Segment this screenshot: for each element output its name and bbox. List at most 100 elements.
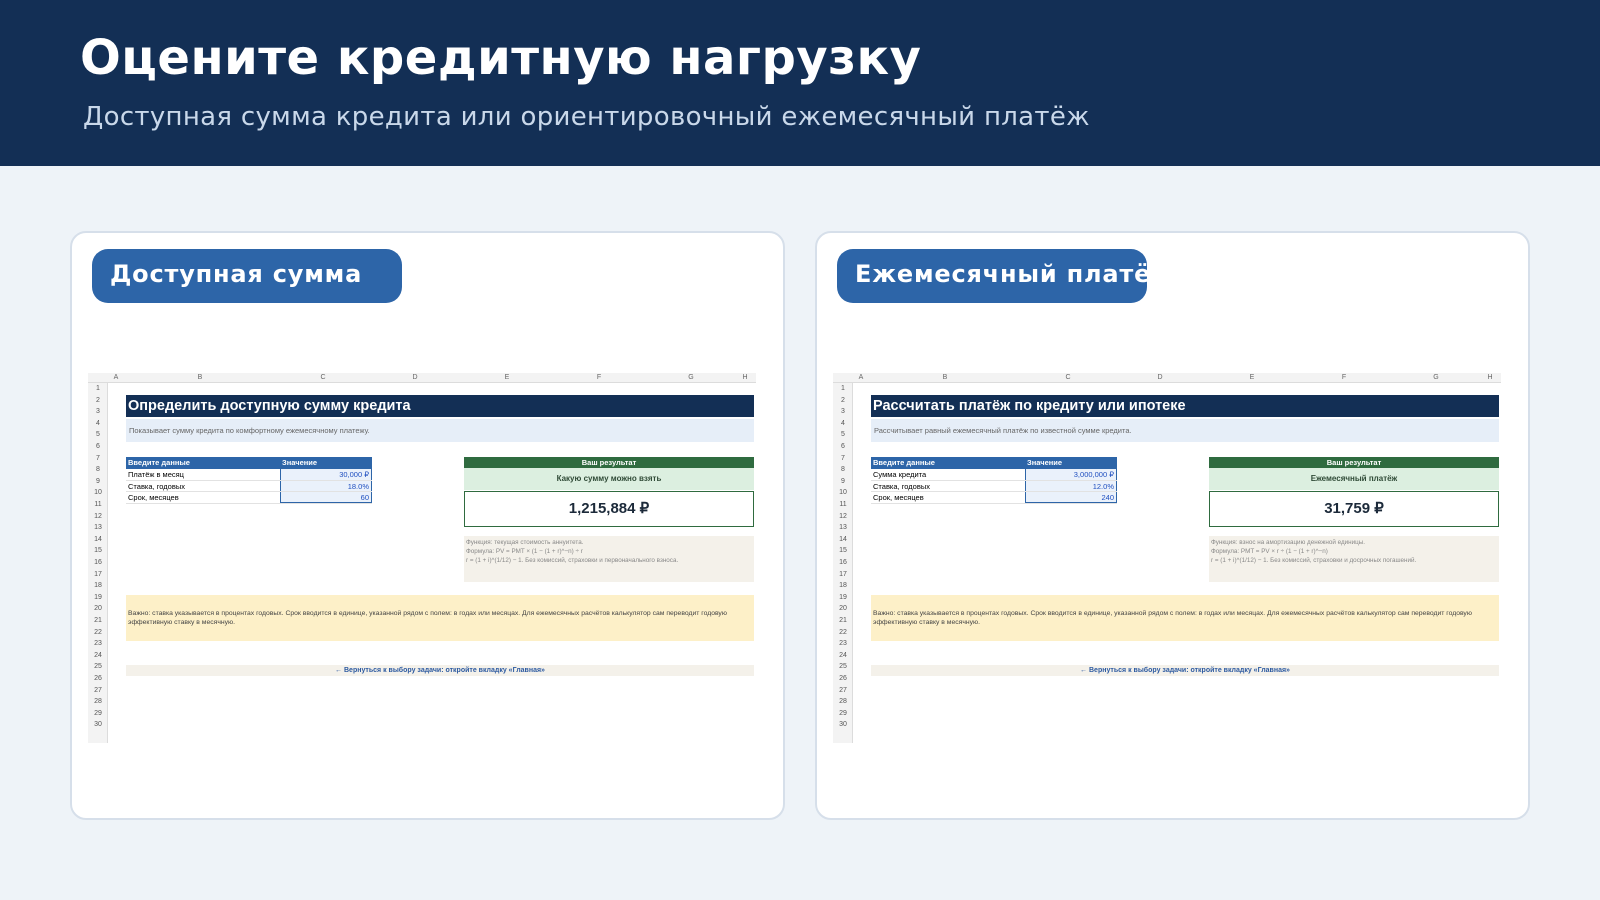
sheet-title: Определить доступную сумму кредита (126, 395, 754, 417)
input-value-cell[interactable]: 60 (280, 492, 372, 503)
back-link[interactable]: ← Вернуться к выбору задачи: откройте вк… (871, 665, 1499, 676)
column-header-c: C (1065, 374, 1071, 381)
row-header: 28 (94, 698, 102, 706)
row-header: 2 (841, 396, 845, 404)
input-row: Срок, месяцев 60 (126, 492, 372, 504)
important-note: Важно: ставка указывается в процентах го… (126, 595, 754, 641)
row-header: 26 (94, 675, 102, 682)
input-table: Введите данные Значение Сумма кредита 3,… (871, 457, 1117, 504)
input-header-label: Введите данные (873, 458, 935, 467)
row-header: 11 (94, 501, 102, 508)
formula-box: Функция: текущая стоимость аннуитета. Фо… (464, 536, 754, 582)
column-header-d: D (412, 374, 418, 381)
row-header: 1 (841, 385, 845, 392)
input-label: Ставка, годовых (873, 481, 930, 491)
column-header-g: G (1433, 374, 1439, 381)
column-header-a: A (858, 374, 864, 381)
row-header: 29 (94, 709, 102, 717)
column-header-f: F (596, 374, 602, 381)
row-header: 24 (94, 651, 102, 659)
formula-line: r = (1 + i)^(1/12) − 1. Без комиссий, ст… (1211, 557, 1417, 564)
row-header: 12 (839, 512, 847, 520)
input-value-cell[interactable]: 3,000,000 ₽ (1025, 469, 1117, 480)
spreadsheet-screenshot: ABCDEFGH 1 2 3 4 5 6 7 8 9 10 11 12 13 14 15 16 17 18 19 20… (88, 373, 756, 743)
row-header: 7 (96, 454, 100, 462)
input-label: Ставка, годовых (128, 481, 185, 491)
card-label-pill[interactable]: Ежемесячный платёж (837, 249, 1147, 303)
row-header: 16 (94, 559, 102, 566)
column-header-g: G (688, 374, 694, 381)
card-available-amount[interactable]: Доступная сумма ABCDEFGH 1 2 3 4 5 6 7 8 9 10 11 12… (70, 231, 785, 820)
row-header: 2 (96, 396, 100, 404)
input-label: Платёж в месяц (128, 470, 184, 479)
input-value-cell[interactable]: 18.0% (280, 480, 372, 492)
row-header: 22 (839, 628, 847, 636)
row-header: 1 (96, 385, 100, 392)
formula-line: Функция: текущая стоимость аннуитета. (466, 539, 584, 546)
row-header: 14 (94, 535, 102, 543)
row-header: 8 (841, 466, 845, 474)
result-header: Ваш результат (464, 457, 754, 468)
row-header: 30 (94, 721, 102, 729)
row-header: 21 (94, 617, 102, 624)
input-header-value: Значение (282, 458, 318, 467)
row-header: 28 (839, 698, 847, 706)
column-header-b: B (942, 374, 948, 381)
row-header: 27 (94, 686, 102, 694)
card-monthly-payment[interactable]: Ежемесячный платёж ABCDEFGH 1 2 3 4 5 6 7 8 9 10 1… (815, 231, 1530, 820)
result-value: 1,215,884 ₽ (464, 491, 754, 527)
input-value-cell[interactable]: 12.0% (1025, 480, 1117, 492)
row-header: 29 (839, 709, 847, 717)
row-header: 4 (841, 419, 845, 427)
column-header-f: F (1341, 374, 1347, 381)
card-label: Доступная сумма (110, 260, 363, 288)
formula-line: Формула: PMT = PV × r ÷ (1 − (1 + r)^−n) (1211, 548, 1328, 555)
input-label: Срок, месяцев (128, 493, 179, 503)
card-label-pill[interactable]: Доступная сумма (92, 249, 402, 303)
row-header: 19 (94, 593, 102, 601)
important-note: Важно: ставка указывается в процентах го… (871, 595, 1499, 641)
input-row: Ставка, годовых 12.0% (871, 480, 1117, 493)
column-header-a: A (113, 374, 119, 381)
formula-line: r = (1 + i)^(1/12) − 1. Без комиссий, ст… (466, 557, 679, 564)
input-value-cell[interactable]: 30,000 ₽ (280, 469, 372, 480)
column-headers: A B C D E F G H (88, 373, 756, 383)
row-header: 20 (839, 605, 847, 613)
sheet-title: Рассчитать платёж по кредиту или ипотеке (871, 395, 1499, 417)
row-header: 7 (841, 454, 845, 462)
row-header: 23 (839, 640, 847, 648)
row-header: 13 (839, 524, 847, 532)
input-value-cell[interactable]: 240 (1025, 492, 1117, 503)
input-row: Сумма кредита 3,000,000 ₽ (871, 469, 1117, 481)
input-label: Сумма кредита (873, 470, 927, 479)
column-header-h: H (742, 374, 748, 381)
row-header: 3 (96, 408, 100, 416)
row-header: 30 (839, 721, 847, 729)
row-header: 19 (839, 593, 847, 601)
input-row: Ставка, годовых 18.0% (126, 480, 372, 493)
row-header: 16 (839, 559, 847, 566)
page-subtitle: Доступная сумма кредита или ориентировоч… (83, 102, 1090, 132)
row-header: 5 (841, 431, 845, 439)
row-header: 17 (94, 570, 102, 578)
row-header: 11 (839, 501, 847, 508)
row-headers: 1 2 3 4 5 6 7 8 9 10 11 12 13 14 15 16 17 18 19 20 21 22 23 24 2… (833, 383, 853, 743)
row-header: 3 (841, 408, 845, 416)
row-header: 15 (94, 547, 102, 555)
row-header: 6 (96, 443, 100, 450)
row-header: 10 (94, 489, 102, 497)
column-headers: A B C D E F G H (833, 373, 1501, 383)
row-header: 24 (839, 651, 847, 659)
input-table-header: Введите данные Значение (871, 457, 1117, 469)
result-label: Ежемесячный платёж (1209, 468, 1499, 490)
page-title: Оцените кредитную нагрузку (80, 30, 922, 86)
row-header: 25 (839, 663, 847, 671)
back-link[interactable]: ← Вернуться к выбору задачи: откройте вк… (126, 665, 754, 676)
column-header-e: E (1249, 374, 1255, 381)
row-header: 22 (94, 628, 102, 636)
result-label: Какую сумму можно взять (464, 468, 754, 490)
row-header: 20 (94, 605, 102, 613)
column-header-h: H (1487, 374, 1493, 381)
row-header: 12 (94, 512, 102, 520)
row-header: 10 (839, 489, 847, 497)
